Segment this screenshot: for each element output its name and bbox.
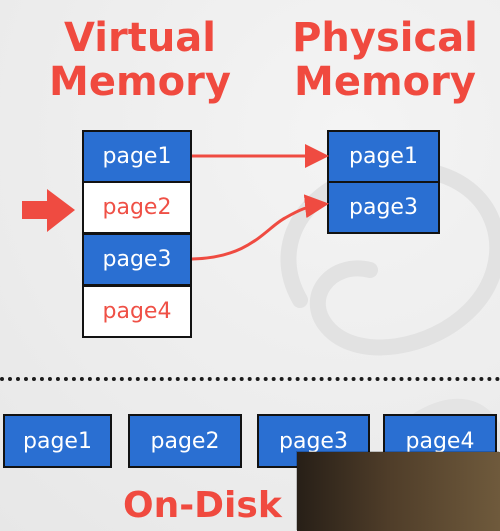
on-disk-label-text: On-Disk <box>123 485 282 526</box>
memory-disk-divider <box>0 377 500 381</box>
disk-page-label: page2 <box>150 428 220 454</box>
slide: Virtual Memory Physical Memory page1 pag… <box>0 0 500 531</box>
webcam-overlay <box>297 452 500 531</box>
mapping-arrow-page3 <box>191 194 329 261</box>
disk-page-label: page1 <box>23 428 92 454</box>
pointer-arrow-icon <box>22 189 75 232</box>
disk-page-label: page3 <box>279 428 348 454</box>
disk-page-cell: page2 <box>128 414 242 468</box>
disk-page-label: page4 <box>405 428 475 454</box>
disk-page-cell: page1 <box>3 414 112 468</box>
on-disk-label: On-Disk <box>123 486 282 526</box>
